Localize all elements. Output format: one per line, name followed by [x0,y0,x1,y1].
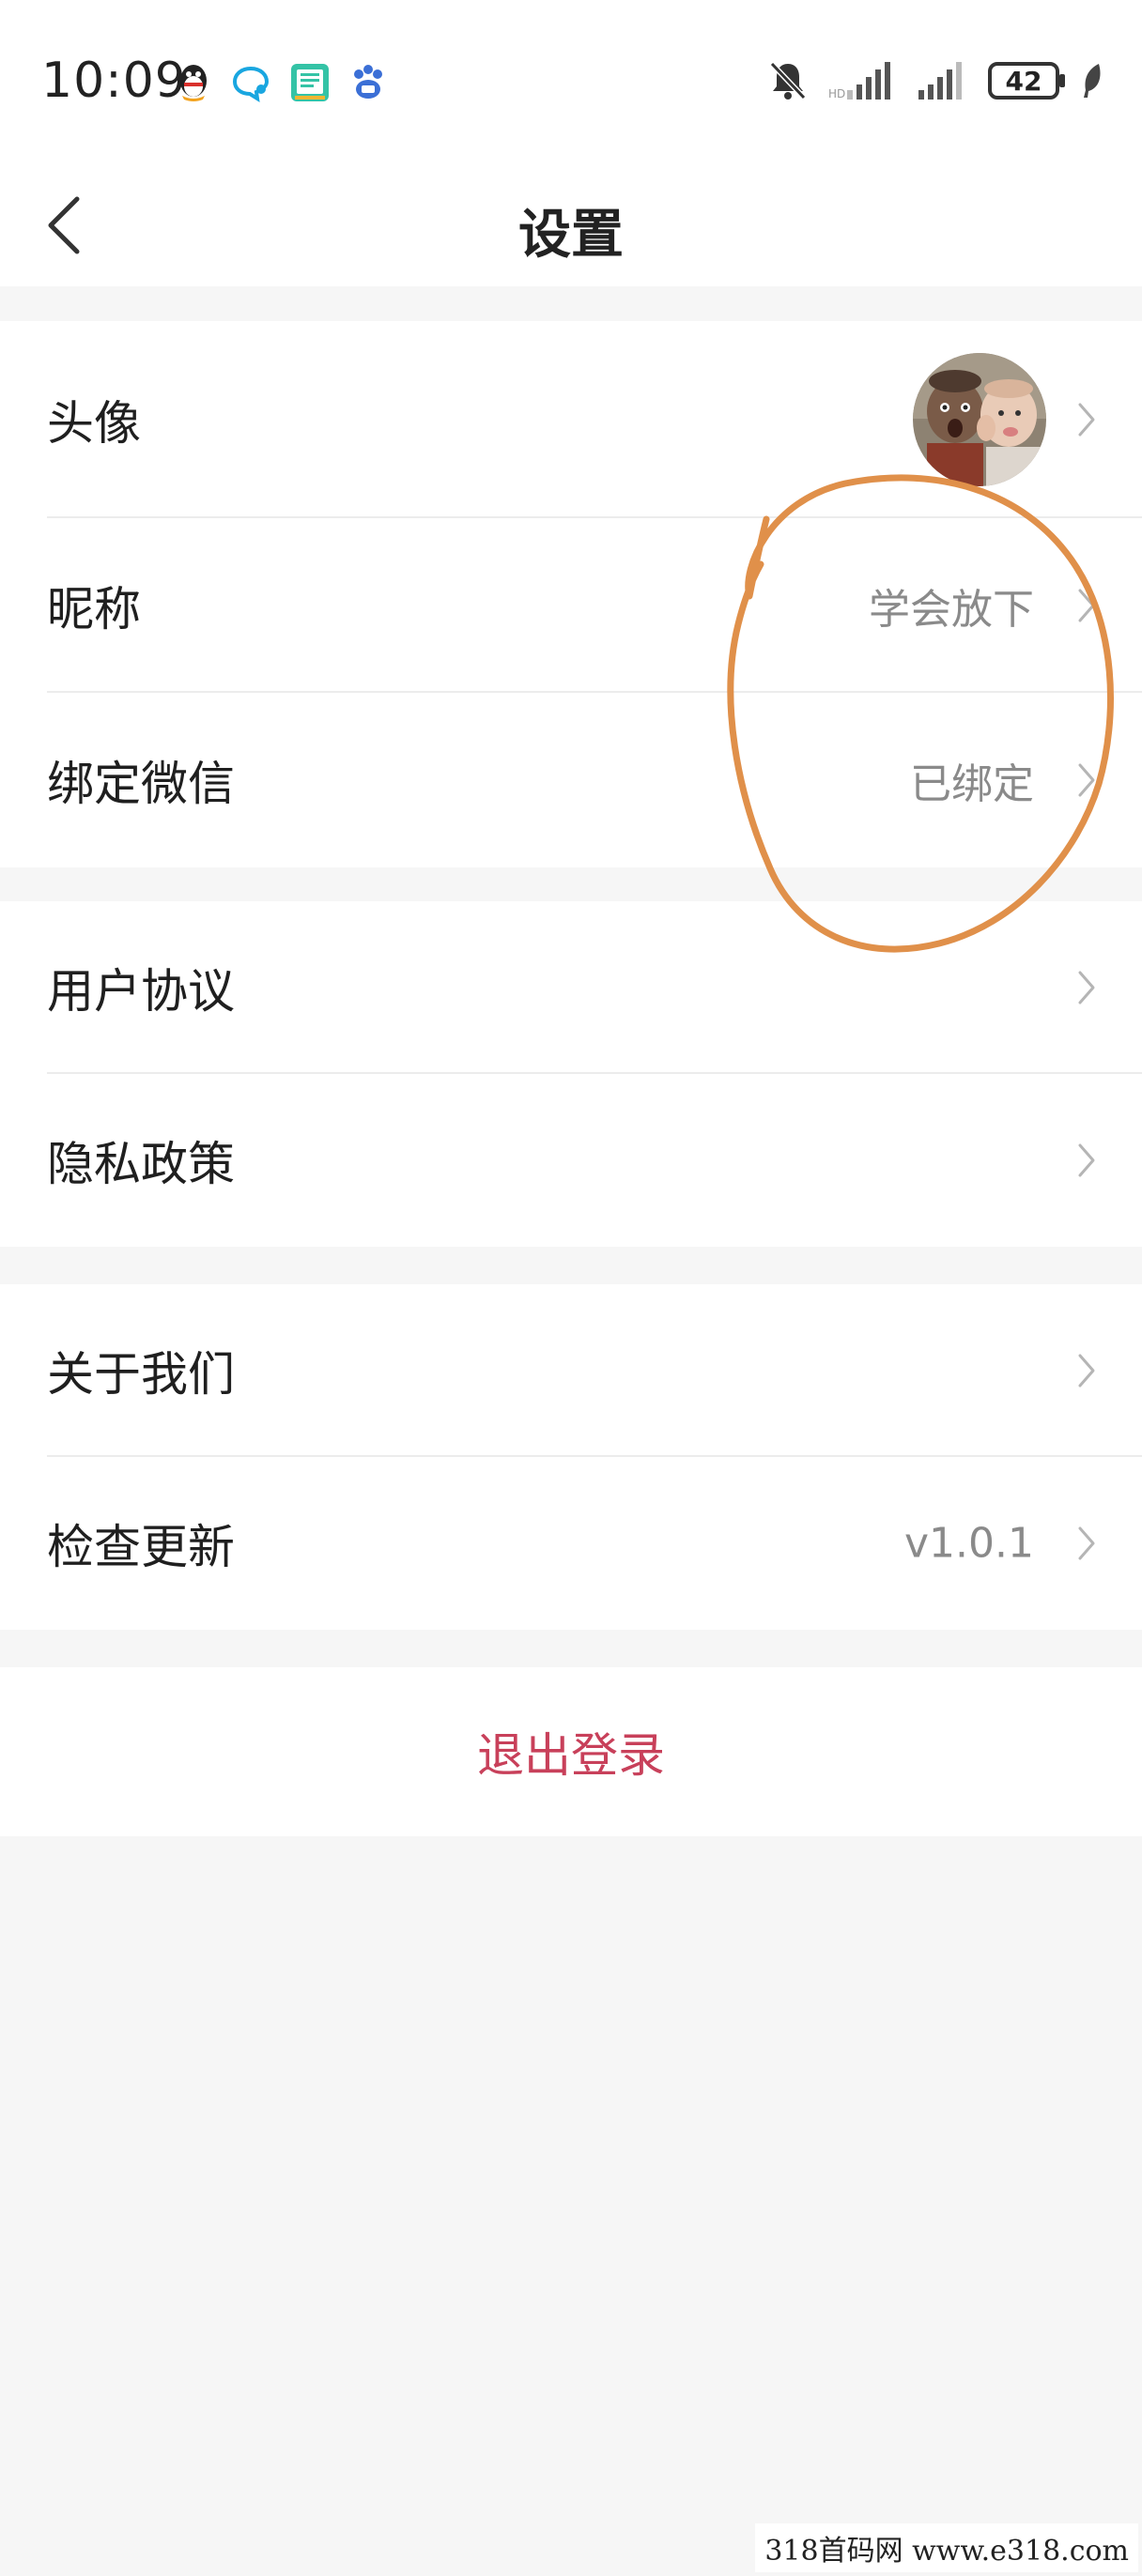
avatar-row[interactable]: 头像 [0,321,1142,518]
nickname-row[interactable]: 昵称 学会放下 [0,518,1142,693]
status-time: 10:09 [41,53,187,109]
chevron-right-icon [1078,1143,1095,1177]
battery-level: 42 [1005,65,1042,97]
chevron-right-icon [1078,403,1095,437]
profile-group: 头像 昵称 学会放下 绑定微信 已绑定 [0,321,1142,867]
signal-icon [918,62,962,100]
signal-icon: HD [828,62,890,100]
chevron-right-icon [1078,1526,1095,1560]
chevron-right-icon [1078,971,1095,1004]
message-bubble-icon [232,66,270,102]
leaf-icon [1084,64,1101,98]
status-bar: 10:09 HD 42 [0,0,1142,164]
wechat-binding-value: 已绑定 [910,760,1034,808]
about-group: 关于我们 检查更新 v1.0.1 [0,1284,1142,1630]
check-update-row[interactable]: 检查更新 v1.0.1 [0,1457,1142,1630]
wechat-binding-row[interactable]: 绑定微信 已绑定 [0,693,1142,867]
chevron-right-icon [1078,763,1095,797]
battery-icon: 42 [988,62,1065,100]
wechat-binding-label: 绑定微信 [47,757,235,811]
baidu-paw-icon [354,65,382,99]
page-title: 设置 [518,205,624,266]
watermark: 318首码网 www.e318.com [755,2523,1138,2572]
user-agreement-row[interactable]: 用户协议 [0,901,1142,1074]
check-update-label: 检查更新 [47,1520,235,1574]
chevron-right-icon [1078,1354,1095,1388]
avatar-label: 头像 [47,396,141,451]
qq-icon [180,65,207,101]
reading-app-icon [291,64,329,101]
svg-text:HD: HD [828,87,845,100]
nickname-value: 学会放下 [869,586,1034,634]
legal-group: 用户协议 隐私政策 [0,901,1142,1247]
logout-button[interactable]: 退出登录 [0,1718,1142,1786]
privacy-policy-label: 隐私政策 [47,1137,235,1191]
about-us-row[interactable]: 关于我们 [0,1284,1142,1457]
logout-group: 退出登录 [0,1667,1142,1836]
status-app-icons [175,62,387,103]
privacy-policy-row[interactable]: 隐私政策 [0,1074,1142,1247]
about-us-label: 关于我们 [47,1347,235,1402]
bell-muted-icon [769,61,807,100]
user-agreement-label: 用户协议 [47,964,235,1019]
header: 设置 [0,164,1142,286]
nickname-label: 昵称 [47,582,141,636]
chevron-right-icon [1078,589,1095,622]
status-right-icons: HD 42 [768,60,1104,101]
avatar [913,353,1046,486]
app-version: v1.0.1 [904,1519,1034,1568]
